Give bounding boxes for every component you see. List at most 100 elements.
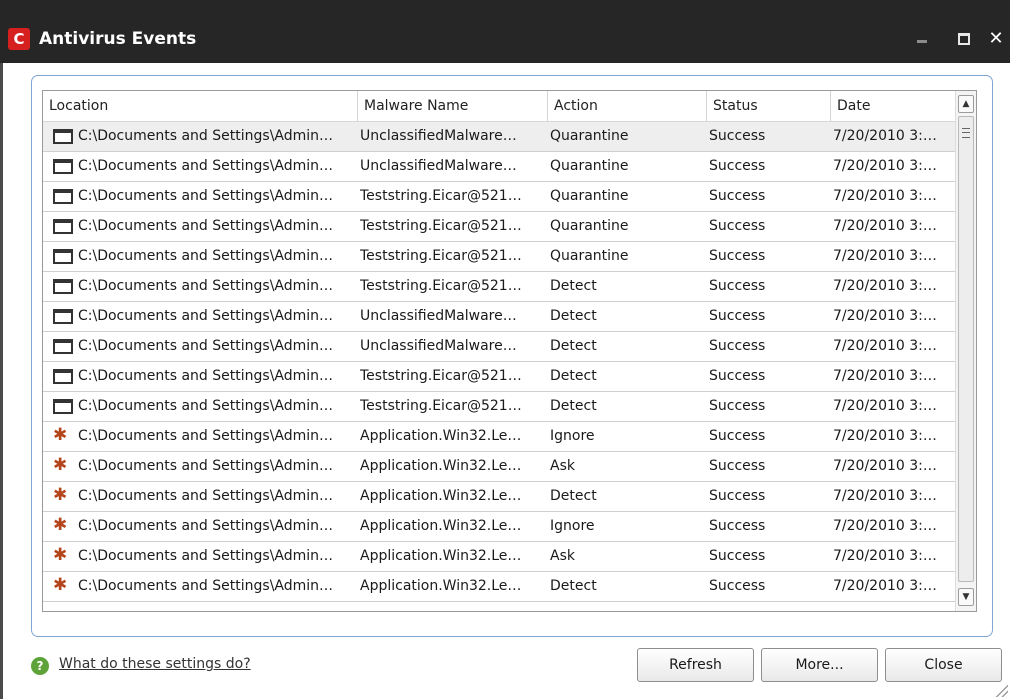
- table-row[interactable]: C:\Documents and Settings\Admin… Unclassi…: [43, 302, 957, 332]
- malware-name-cell: UnclassifiedMalware…: [360, 128, 517, 144]
- location-cell: C:\Documents and Settings\Admin…: [78, 248, 334, 264]
- more-button[interactable]: More...: [761, 648, 878, 682]
- table-row[interactable]: C:\Documents and Settings\Admin… Teststri…: [43, 212, 957, 242]
- comodo-logo-icon: C: [8, 28, 30, 50]
- status-cell: Success: [709, 248, 766, 264]
- maximize-icon[interactable]: [953, 29, 975, 49]
- table-row[interactable]: ✱ C:\Documents and Settings\Admin… Applica…: [43, 512, 957, 542]
- action-cell: Quarantine: [550, 248, 629, 264]
- window-title: Antivirus Events: [39, 29, 197, 49]
- column-header-date[interactable]: Date: [831, 91, 957, 121]
- location-cell: C:\Documents and Settings\Admin…: [78, 458, 334, 474]
- date-cell: 7/20/2010 3:…: [833, 218, 937, 234]
- help-link[interactable]: What do these settings do?: [59, 656, 251, 672]
- action-cell: Detect: [550, 368, 597, 384]
- table-row[interactable]: C:\Documents and Settings\Admin… Teststri…: [43, 392, 957, 422]
- date-cell: 7/20/2010 3:…: [833, 548, 937, 564]
- date-cell: 7/20/2010 3:…: [833, 188, 937, 204]
- scroll-up-icon[interactable]: ▲: [958, 95, 974, 113]
- bug-icon: ✱: [53, 515, 68, 535]
- status-cell: Success: [709, 308, 766, 324]
- malware-name-cell: Application.Win32.Le…: [360, 548, 522, 564]
- close-button[interactable]: Close: [885, 648, 1002, 682]
- date-cell: 7/20/2010 3:…: [833, 458, 937, 474]
- status-cell: Success: [709, 338, 766, 354]
- status-cell: Success: [709, 518, 766, 534]
- status-cell: Success: [709, 158, 766, 174]
- table-row[interactable]: C:\Documents and Settings\Admin… Teststri…: [43, 182, 957, 212]
- bug-icon: ✱: [53, 545, 68, 565]
- file-icon: [53, 309, 73, 324]
- date-cell: 7/20/2010 3:…: [833, 518, 937, 534]
- table-row[interactable]: ✱ C:\Documents and Settings\Admin… Applica…: [43, 542, 957, 572]
- location-cell: C:\Documents and Settings\Admin…: [78, 518, 334, 534]
- column-header-malware-name[interactable]: Malware Name: [358, 91, 548, 121]
- malware-name-cell: Teststring.Eicar@521…: [360, 278, 522, 294]
- date-cell: 7/20/2010 3:…: [833, 398, 937, 414]
- action-cell: Ignore: [550, 518, 595, 534]
- status-cell: Success: [709, 218, 766, 234]
- location-cell: C:\Documents and Settings\Admin…: [78, 308, 334, 324]
- vertical-scrollbar[interactable]: ▲ ▼: [955, 91, 976, 611]
- malware-name-cell: Application.Win32.Le…: [360, 578, 522, 594]
- scroll-thumb[interactable]: [958, 116, 974, 582]
- status-cell: Success: [709, 458, 766, 474]
- grip-icon: [962, 128, 970, 138]
- table-row[interactable]: C:\Documents and Settings\Admin… Teststri…: [43, 362, 957, 392]
- malware-name-cell: Teststring.Eicar@521…: [360, 368, 522, 384]
- column-header-location[interactable]: Location: [43, 91, 358, 121]
- location-cell: C:\Documents and Settings\Admin…: [78, 548, 334, 564]
- table-row[interactable]: ✱ C:\Documents and Settings\Admin… Applica…: [43, 422, 957, 452]
- malware-name-cell: Application.Win32.Le…: [360, 458, 522, 474]
- action-cell: Ignore: [550, 428, 595, 444]
- malware-name-cell: UnclassifiedMalware…: [360, 338, 517, 354]
- status-cell: Success: [709, 278, 766, 294]
- table-row[interactable]: C:\Documents and Settings\Admin… Unclassi…: [43, 152, 957, 182]
- location-cell: C:\Documents and Settings\Admin…: [78, 338, 334, 354]
- file-icon: [53, 219, 73, 234]
- column-header-status[interactable]: Status: [707, 91, 831, 121]
- malware-name-cell: Teststring.Eicar@521…: [360, 218, 522, 234]
- status-cell: Success: [709, 578, 766, 594]
- status-cell: Success: [709, 488, 766, 504]
- action-cell: Detect: [550, 578, 597, 594]
- location-cell: C:\Documents and Settings\Admin…: [78, 398, 334, 414]
- malware-name-cell: Application.Win32.Le…: [360, 428, 522, 444]
- date-cell: 7/20/2010 3:…: [833, 338, 937, 354]
- date-cell: 7/20/2010 3:…: [833, 368, 937, 384]
- minimize-icon[interactable]: [911, 29, 933, 49]
- status-cell: Success: [709, 548, 766, 564]
- date-cell: 7/20/2010 3:…: [833, 488, 937, 504]
- action-cell: Quarantine: [550, 128, 629, 144]
- resize-grip-icon[interactable]: [994, 683, 1008, 697]
- date-cell: 7/20/2010 3:…: [833, 578, 937, 594]
- file-icon: [53, 189, 73, 204]
- table-row[interactable]: ✱ C:\Documents and Settings\Admin… Applica…: [43, 482, 957, 512]
- status-cell: Success: [709, 188, 766, 204]
- bug-icon: ✱: [53, 575, 68, 595]
- events-list[interactable]: Location Malware Name Action Status Date…: [42, 90, 977, 612]
- table-row[interactable]: C:\Documents and Settings\Admin… Unclassi…: [43, 122, 957, 152]
- file-icon: [53, 369, 73, 384]
- close-icon[interactable]: ✕: [985, 29, 1007, 49]
- table-row[interactable]: C:\Documents and Settings\Admin… Teststri…: [43, 242, 957, 272]
- date-cell: 7/20/2010 3:…: [833, 428, 937, 444]
- table-row[interactable]: ✱ C:\Documents and Settings\Admin… Applica…: [43, 452, 957, 482]
- table-row[interactable]: ✱ C:\Documents and Settings\Admin… Applica…: [43, 572, 957, 602]
- status-cell: Success: [709, 398, 766, 414]
- column-header-action[interactable]: Action: [548, 91, 707, 121]
- date-cell: 7/20/2010 3:…: [833, 128, 937, 144]
- action-cell: Detect: [550, 338, 597, 354]
- status-cell: Success: [709, 128, 766, 144]
- file-icon: [53, 129, 73, 144]
- action-cell: Detect: [550, 398, 597, 414]
- status-cell: Success: [709, 428, 766, 444]
- refresh-button[interactable]: Refresh: [637, 648, 754, 682]
- file-icon: [53, 339, 73, 354]
- action-cell: Detect: [550, 278, 597, 294]
- scroll-down-icon[interactable]: ▼: [958, 588, 974, 606]
- location-cell: C:\Documents and Settings\Admin…: [78, 188, 334, 204]
- table-row[interactable]: C:\Documents and Settings\Admin… Unclassi…: [43, 332, 957, 362]
- table-row[interactable]: C:\Documents and Settings\Admin… Teststri…: [43, 272, 957, 302]
- help-icon[interactable]: ?: [31, 657, 49, 675]
